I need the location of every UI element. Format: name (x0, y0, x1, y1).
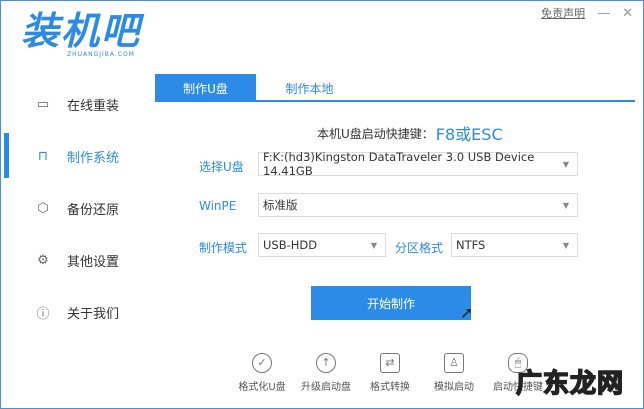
gear-icon: ⚙ (37, 252, 49, 268)
sidebar-item-online-reinstall[interactable]: ▭ 在线重装 (1, 89, 151, 119)
tab-make-usb[interactable]: 制作U盘 (155, 74, 256, 102)
tool-label: 格式转换 (370, 382, 410, 393)
sidebar-item-label: 关于我们 (67, 306, 120, 322)
arrow-up-circle-icon: ↑ (316, 353, 336, 373)
winpe-label: WinPE (199, 199, 237, 213)
usb-select[interactable]: F:K:(hd3)Kingston DataTraveler 3.0 USB D… (258, 150, 578, 178)
sidebar-item-about[interactable]: ⓘ 关于我们 (1, 297, 151, 327)
hotkey-label: 本机U盘启动快捷键： (317, 126, 434, 141)
usb-select-value: F:K:(hd3)Kingston DataTraveler 3.0 USB D… (263, 150, 535, 178)
format-usb-tool[interactable]: ✓ 格式化U盘 (230, 353, 294, 393)
sidebar-item-make-system[interactable]: ⊓ 制作系统 (1, 141, 151, 171)
tool-label: 模拟启动 (434, 382, 474, 393)
tab-make-local[interactable]: 制作本地 (259, 74, 360, 102)
format-convert-tool[interactable]: ⇄ 格式转换 (358, 353, 422, 393)
fs-select[interactable]: NTFS ▼ (451, 233, 578, 257)
info-icon: ⓘ (36, 306, 50, 322)
chevron-down-icon: ▼ (562, 200, 569, 210)
chevron-down-icon: ▼ (562, 240, 569, 250)
close-button[interactable]: ✕ (622, 6, 633, 21)
tool-label: 升级启动盘 (301, 382, 351, 393)
start-button[interactable]: 开始制作 (311, 286, 471, 320)
usb-icon: ⊓ (37, 148, 49, 164)
sidebar-item-other-settings[interactable]: ⚙ 其他设置 (1, 245, 151, 275)
usb-label: 选择U盘 (199, 160, 244, 174)
logo-subtext: ZHUANGJIBA.COM (67, 51, 135, 58)
disclaimer-link[interactable]: 免责声明 (541, 5, 585, 21)
watermark: 广东龙网 (515, 368, 625, 400)
sidebar-item-backup-restore[interactable]: ⬡ 备份还原 (1, 193, 151, 223)
chevron-down-icon: ▼ (562, 159, 569, 169)
winpe-select[interactable]: 标准版 ▼ (258, 193, 578, 217)
convert-icon: ⇄ (380, 353, 400, 373)
sidebar-item-label: 制作系统 (67, 150, 120, 166)
mouse-cursor-icon: ➚ (460, 303, 474, 322)
hotkey-value: F8或ESC (435, 125, 503, 144)
mode-label: 制作模式 (199, 241, 248, 255)
joystick-icon: ♙ (444, 353, 464, 373)
mode-select[interactable]: USB-HDD ▼ (258, 233, 386, 257)
logo: 装机吧 ZHUANGJIBA.COM (21, 11, 141, 58)
logo-text: 装机吧 (21, 9, 142, 53)
chevron-down-icon: ▼ (370, 240, 377, 250)
upgrade-boot-disk-tool[interactable]: ↑ 升级启动盘 (294, 353, 358, 393)
tab-bar: 制作U盘 制作本地 (155, 74, 635, 102)
backup-icon: ⬡ (37, 200, 49, 216)
monitor-icon: ▭ (36, 96, 50, 112)
app-window: 装机吧 ZHUANGJIBA.COM 免责声明 — ✕ ▭ 在线重装 ⊓ 制作系统 … (0, 0, 644, 409)
hotkey-info: 本机U盘启动快捷键： F8或ESC (317, 121, 503, 145)
winpe-select-value: 标准版 (263, 198, 298, 212)
sidebar-item-label: 其他设置 (67, 254, 120, 270)
minimize-button[interactable]: — (597, 6, 610, 21)
fs-select-value: NTFS (456, 238, 486, 252)
fs-label: 分区格式 (395, 241, 444, 255)
mode-select-value: USB-HDD (263, 238, 318, 252)
simulate-boot-tool[interactable]: ♙ 模拟启动 (422, 353, 486, 393)
check-circle-icon: ✓ (252, 353, 272, 373)
tool-label: 格式化U盘 (238, 382, 286, 393)
sidebar-item-label: 备份还原 (67, 202, 120, 218)
sidebar-item-label: 在线重装 (67, 98, 120, 114)
